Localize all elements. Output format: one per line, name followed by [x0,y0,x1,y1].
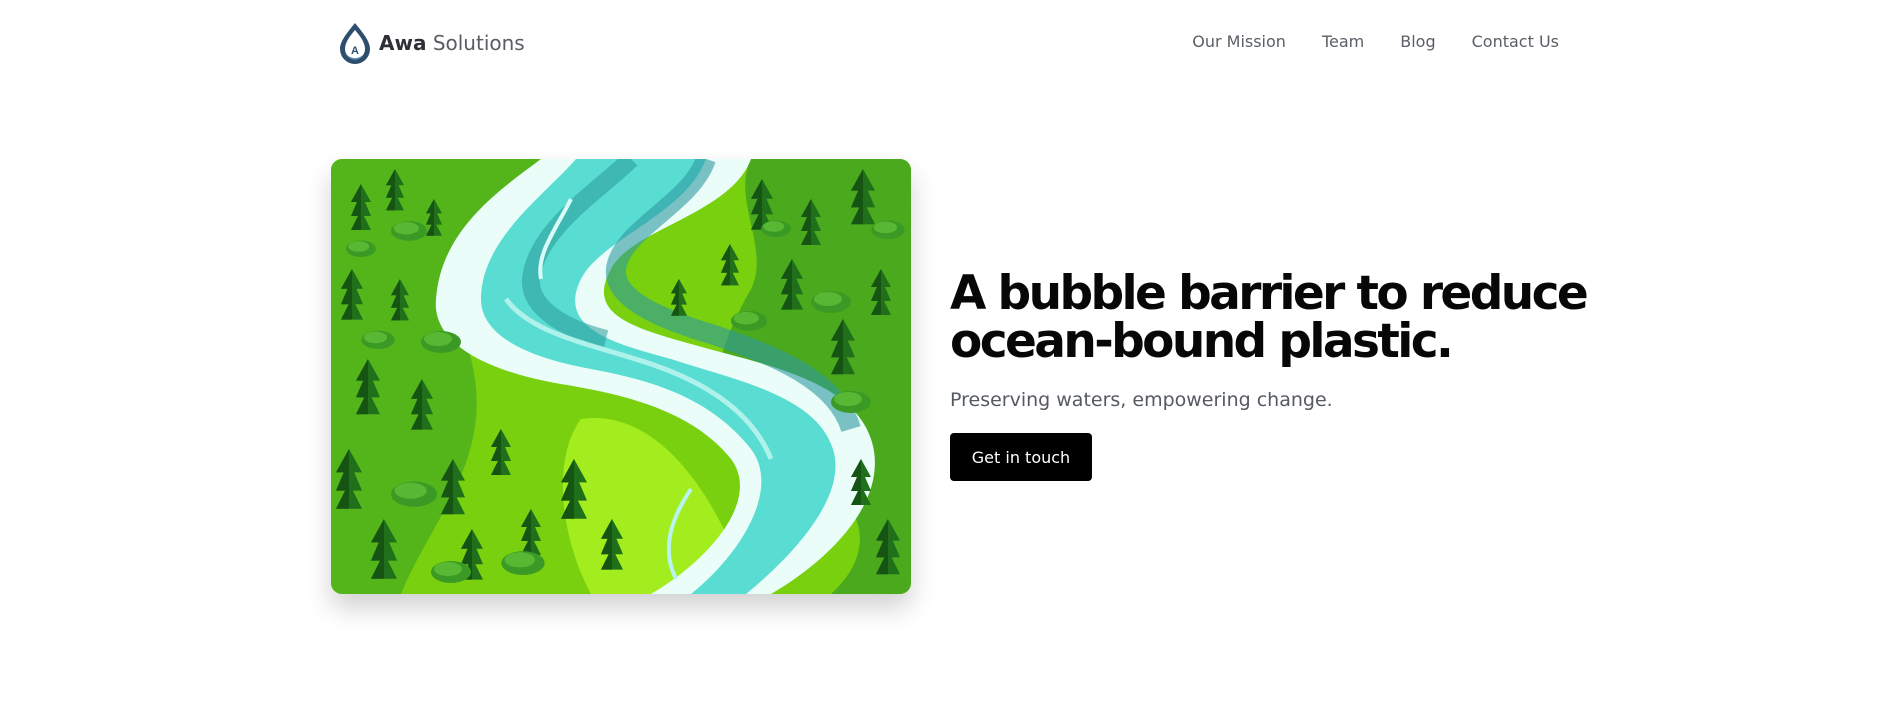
nav-link-team[interactable]: Team [1322,30,1364,54]
hero-subtitle: Preserving waters, empowering change. [950,389,1333,411]
brand-name: Awa Solutions [379,33,525,53]
water-drop-logo-icon: A [340,23,370,64]
river-forest-illustration [331,159,911,594]
logo-letter: A [351,45,359,57]
main-nav: Our Mission Team Blog Contact Us [1192,30,1559,54]
hero-content: A bubble barrier to reduce ocean-bound p… [950,270,1590,481]
hero-image [331,159,911,594]
nav-link-blog[interactable]: Blog [1400,30,1435,54]
hero-headline: A bubble barrier to reduce ocean-bound p… [950,266,1589,369]
brand-name-light: Solutions [432,31,525,55]
nav-link-our-mission[interactable]: Our Mission [1192,30,1286,54]
nav-link-contact-us[interactable]: Contact Us [1472,30,1559,54]
brand-name-strong: Awa [379,31,427,55]
site-header: A Awa Solutions Our Mission Team Blog Co… [0,0,1903,86]
brand-logo-link[interactable]: A Awa Solutions [337,20,525,66]
get-in-touch-button[interactable]: Get in touch [950,433,1092,481]
